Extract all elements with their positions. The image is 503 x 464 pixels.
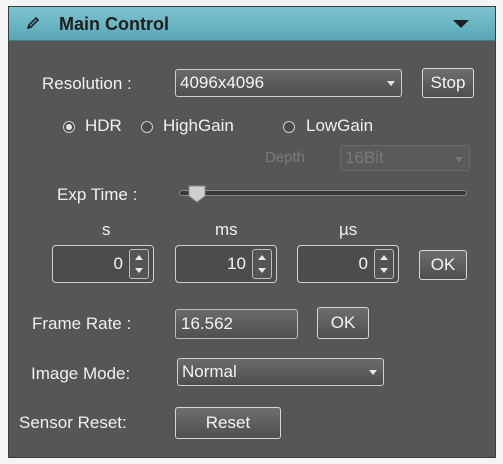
seconds-stepper[interactable]: 0 bbox=[52, 245, 154, 283]
stop-button[interactable]: Stop bbox=[422, 68, 474, 98]
depth-value: 16Bit bbox=[345, 148, 384, 167]
frame-rate-ok-button[interactable]: OK bbox=[317, 307, 369, 339]
collapse-icon[interactable] bbox=[453, 20, 469, 28]
panel-title: Main Control bbox=[59, 14, 169, 34]
stepper-arrows[interactable] bbox=[374, 249, 394, 279]
microseconds-value[interactable]: 0 bbox=[302, 246, 368, 282]
exp-ok-button[interactable]: OK bbox=[419, 250, 467, 280]
sensor-reset-label: Sensor Reset: bbox=[19, 413, 127, 432]
seconds-value[interactable]: 0 bbox=[57, 246, 123, 282]
main-control-panel: Main Control Resolution : 4096x4096 Stop… bbox=[8, 6, 496, 458]
highgain-radio[interactable] bbox=[141, 121, 153, 133]
arrow-down-icon[interactable] bbox=[135, 268, 143, 273]
stepper-arrows[interactable] bbox=[252, 249, 272, 279]
resolution-label: Resolution : bbox=[42, 74, 132, 93]
hdr-label: HDR bbox=[85, 116, 122, 135]
image-mode-dropdown[interactable]: Normal bbox=[177, 358, 384, 386]
arrow-down-icon[interactable] bbox=[380, 268, 388, 273]
image-mode-label: Image Mode: bbox=[31, 364, 131, 383]
stepper-arrows[interactable] bbox=[129, 249, 149, 279]
chevron-down-icon bbox=[387, 81, 395, 86]
depth-dropdown: 16Bit bbox=[340, 145, 470, 171]
lowgain-label: LowGain bbox=[306, 116, 374, 135]
lowgain-radio[interactable] bbox=[283, 121, 295, 133]
milliseconds-value[interactable]: 10 bbox=[180, 246, 246, 282]
milliseconds-unit-label: ms bbox=[215, 220, 238, 239]
hdr-radio[interactable] bbox=[63, 121, 75, 133]
chevron-down-icon bbox=[369, 370, 377, 375]
chevron-down-icon bbox=[455, 157, 463, 162]
seconds-unit-label: s bbox=[102, 220, 111, 239]
panel-header[interactable]: Main Control bbox=[9, 7, 495, 41]
reset-button[interactable]: Reset bbox=[175, 407, 281, 439]
arrow-up-icon[interactable] bbox=[135, 255, 143, 260]
microseconds-stepper[interactable]: 0 bbox=[297, 245, 399, 283]
milliseconds-stepper[interactable]: 10 bbox=[175, 245, 277, 283]
arrow-down-icon[interactable] bbox=[258, 268, 266, 273]
pencil-icon bbox=[26, 16, 40, 30]
frame-rate-label: Frame Rate : bbox=[32, 314, 132, 333]
resolution-dropdown[interactable]: 4096x4096 bbox=[175, 69, 402, 97]
exp-time-label: Exp Time : bbox=[57, 185, 138, 204]
resolution-value: 4096x4096 bbox=[180, 73, 265, 92]
exp-time-slider[interactable] bbox=[179, 190, 467, 196]
image-mode-value: Normal bbox=[182, 362, 237, 381]
depth-label: Depth bbox=[265, 149, 306, 166]
slider-thumb[interactable] bbox=[187, 184, 207, 204]
frame-rate-field[interactable]: 16.562 bbox=[175, 309, 298, 339]
arrow-up-icon[interactable] bbox=[380, 255, 388, 260]
microseconds-unit-label: µs bbox=[339, 220, 358, 239]
highgain-label: HighGain bbox=[163, 116, 234, 135]
arrow-up-icon[interactable] bbox=[258, 255, 266, 260]
